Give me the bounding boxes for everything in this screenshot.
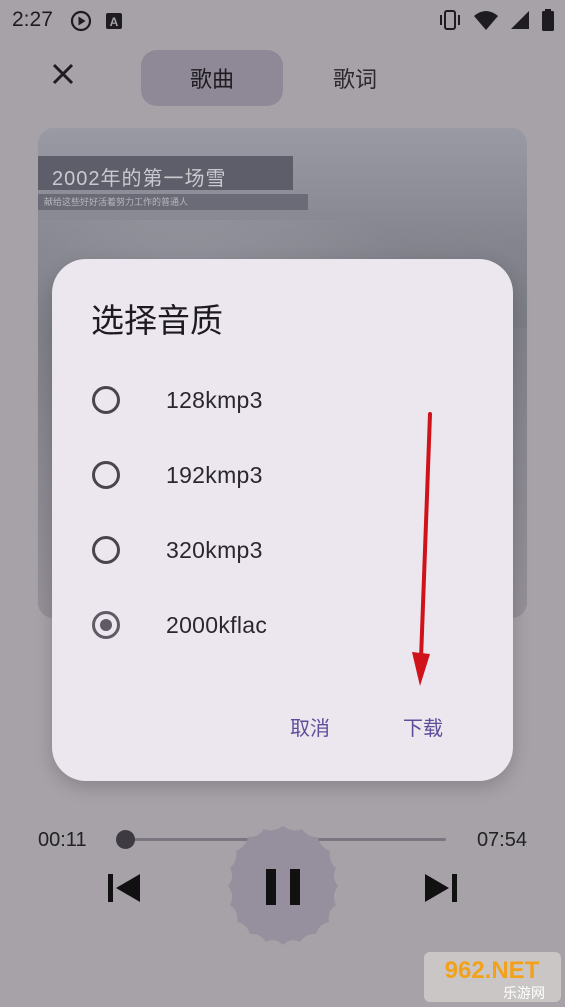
radio-selected-icon[interactable] xyxy=(92,611,120,639)
text-a-icon: A xyxy=(106,13,122,29)
radio-icon[interactable] xyxy=(92,461,120,489)
total-time: 07:54 xyxy=(476,829,527,851)
wifi-icon xyxy=(474,11,498,30)
close-button[interactable] xyxy=(45,56,81,92)
close-icon xyxy=(52,63,74,85)
tab-lyrics[interactable]: 歌词 xyxy=(284,50,426,106)
album-art-title: 2002年的第一场雪 xyxy=(52,168,227,190)
battery-icon xyxy=(542,9,554,31)
skip-previous-icon xyxy=(108,874,140,902)
status-bar: 2:27 A xyxy=(0,0,565,40)
signal-icon xyxy=(511,11,529,29)
radio-icon[interactable] xyxy=(92,536,120,564)
option-label: 192kmp3 xyxy=(166,461,263,488)
tab-song[interactable]: 歌曲 xyxy=(141,50,283,106)
vibrate-icon xyxy=(440,10,460,30)
option-label: 2000kflac xyxy=(166,611,268,638)
previous-button[interactable] xyxy=(104,868,144,908)
option-label: 128kmp3 xyxy=(166,386,263,413)
seek-thumb[interactable] xyxy=(116,830,135,849)
radio-icon[interactable] xyxy=(92,386,120,414)
download-button[interactable]: 下载 xyxy=(403,712,443,741)
next-button[interactable] xyxy=(421,868,461,908)
skip-next-icon xyxy=(425,874,457,902)
option-label: 320kmp3 xyxy=(166,536,263,563)
pause-icon xyxy=(228,826,338,945)
pause-button[interactable] xyxy=(218,823,348,953)
play-circle-icon xyxy=(70,10,92,32)
current-time: 00:11 xyxy=(38,829,87,851)
status-time: 2:27 xyxy=(12,8,53,31)
cancel-button[interactable]: 取消 xyxy=(290,712,330,741)
album-art-subtitle: 献给这些好好活着努力工作的普通人 xyxy=(44,197,189,207)
annotation-arrow-icon xyxy=(412,412,432,686)
dialog-title: 选择音质 xyxy=(91,302,223,339)
watermark-brand: 962.NET xyxy=(445,957,540,984)
watermark-logo: 962.NET 乐游网 xyxy=(424,952,561,1002)
watermark-site: 乐游网 xyxy=(503,986,545,1002)
svg-text:A: A xyxy=(110,15,119,29)
